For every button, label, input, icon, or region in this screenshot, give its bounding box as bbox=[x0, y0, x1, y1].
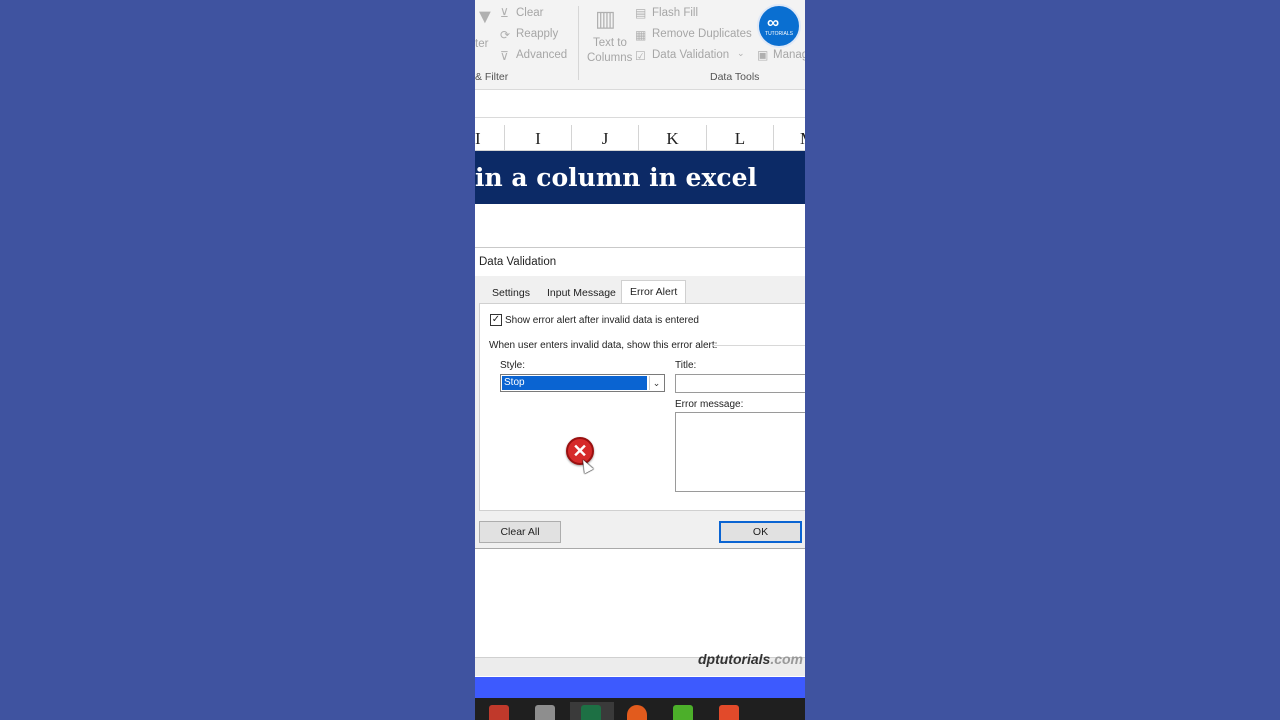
taskbar bbox=[475, 698, 805, 720]
taskbar-paint-icon[interactable] bbox=[489, 705, 509, 720]
instruction-text: When user enters invalid data, show this… bbox=[489, 340, 718, 351]
data-validation-dialog: Data Validation Settings Input Message E… bbox=[475, 247, 805, 549]
reapply-button[interactable]: Reapply bbox=[516, 28, 558, 40]
title-banner: in a column in excel bbox=[475, 151, 805, 204]
tab-error-alert[interactable]: Error Alert bbox=[621, 280, 687, 304]
style-label: Style: bbox=[500, 360, 526, 371]
watermark: dptutorials.com bbox=[698, 651, 803, 667]
column-header[interactable]: M bbox=[774, 125, 805, 151]
watermark-suffix: .com bbox=[770, 651, 803, 667]
column-header[interactable]: K bbox=[639, 125, 707, 151]
error-message-input[interactable] bbox=[675, 412, 805, 492]
error-alert-panel: ✓ Show error alert after invalid data is… bbox=[479, 303, 805, 511]
reapply-icon: ⟳ bbox=[500, 28, 511, 42]
text-to-columns-label-1[interactable]: Text to bbox=[593, 37, 627, 49]
taskbar-palette-icon[interactable] bbox=[535, 705, 555, 720]
column-headers: I I J K L M bbox=[475, 125, 805, 151]
data-validation-icon: ☑ bbox=[635, 49, 646, 63]
error-message-label: Error message: bbox=[675, 399, 744, 410]
clear-all-button[interactable]: Clear All bbox=[479, 521, 561, 543]
clear-filter-icon: ⊻ bbox=[500, 6, 509, 20]
style-selected-value: Stop bbox=[502, 376, 647, 390]
data-validation-button[interactable]: Data Validation bbox=[652, 49, 729, 61]
ribbon: ▼ ter ⊻ Clear ⟳ Reapply ⊽ Advanced & Fil… bbox=[475, 0, 805, 90]
text-to-columns-label-2[interactable]: Columns bbox=[587, 52, 632, 64]
column-header[interactable]: I bbox=[475, 125, 505, 151]
remove-duplicates-icon: ▦ bbox=[635, 28, 647, 42]
filter-icon[interactable]: ▼ bbox=[475, 6, 495, 29]
title-label: Title: bbox=[675, 360, 697, 371]
logo-infinity-icon: ∞ bbox=[767, 13, 780, 32]
ribbon-separator bbox=[578, 6, 579, 80]
manage-button[interactable]: Manag bbox=[773, 49, 805, 61]
tab-input-message[interactable]: Input Message bbox=[539, 282, 624, 304]
taskbar-red-app-icon[interactable] bbox=[719, 705, 739, 720]
tutorials-logo: ∞ TUTORIALS bbox=[757, 4, 801, 48]
checkmark-icon: ✓ bbox=[491, 314, 501, 325]
remove-duplicates-button[interactable]: Remove Duplicates bbox=[652, 28, 752, 40]
taskbar-browser-icon[interactable] bbox=[627, 705, 647, 720]
taskbar-excel-icon[interactable] bbox=[581, 705, 601, 720]
excel-window: ▼ ter ⊻ Clear ⟳ Reapply ⊽ Advanced & Fil… bbox=[475, 0, 805, 720]
column-header[interactable]: J bbox=[572, 125, 639, 151]
dialog-title: Data Validation bbox=[479, 256, 557, 268]
filter-button[interactable]: ter bbox=[475, 38, 488, 50]
tab-settings[interactable]: Settings bbox=[484, 282, 538, 304]
mouse-cursor-icon bbox=[578, 457, 594, 474]
advanced-filter-icon: ⊽ bbox=[500, 49, 509, 63]
data-validation-dropdown-icon[interactable]: ⌄ bbox=[737, 48, 745, 59]
formula-bar[interactable] bbox=[475, 92, 805, 118]
show-alert-checkbox[interactable]: ✓ bbox=[490, 314, 502, 326]
column-header[interactable]: I bbox=[505, 125, 572, 151]
show-alert-label: Show error alert after invalid data is e… bbox=[505, 315, 699, 326]
flash-fill-button[interactable]: Flash Fill bbox=[652, 7, 698, 19]
advanced-button[interactable]: Advanced bbox=[516, 49, 567, 61]
chevron-down-icon[interactable]: ⌄ bbox=[649, 376, 663, 390]
text-to-columns-icon: ▥ bbox=[595, 6, 616, 31]
instruction-divider bbox=[712, 345, 805, 346]
sort-filter-group-label: & Filter bbox=[475, 71, 509, 83]
flash-fill-icon: ▤ bbox=[635, 6, 647, 20]
status-bar bbox=[475, 677, 805, 698]
style-dropdown[interactable]: Stop ⌄ bbox=[500, 374, 665, 392]
title-input[interactable] bbox=[675, 374, 805, 393]
taskbar-green-app-icon[interactable] bbox=[673, 705, 693, 720]
manage-data-model-icon: ▣ bbox=[757, 48, 769, 62]
data-tools-group-label: Data Tools bbox=[710, 71, 760, 83]
watermark-main: dptutorials bbox=[697, 651, 771, 667]
column-header[interactable]: L bbox=[707, 125, 774, 151]
clear-button[interactable]: Clear bbox=[516, 7, 543, 19]
ok-button[interactable]: OK bbox=[719, 521, 802, 543]
